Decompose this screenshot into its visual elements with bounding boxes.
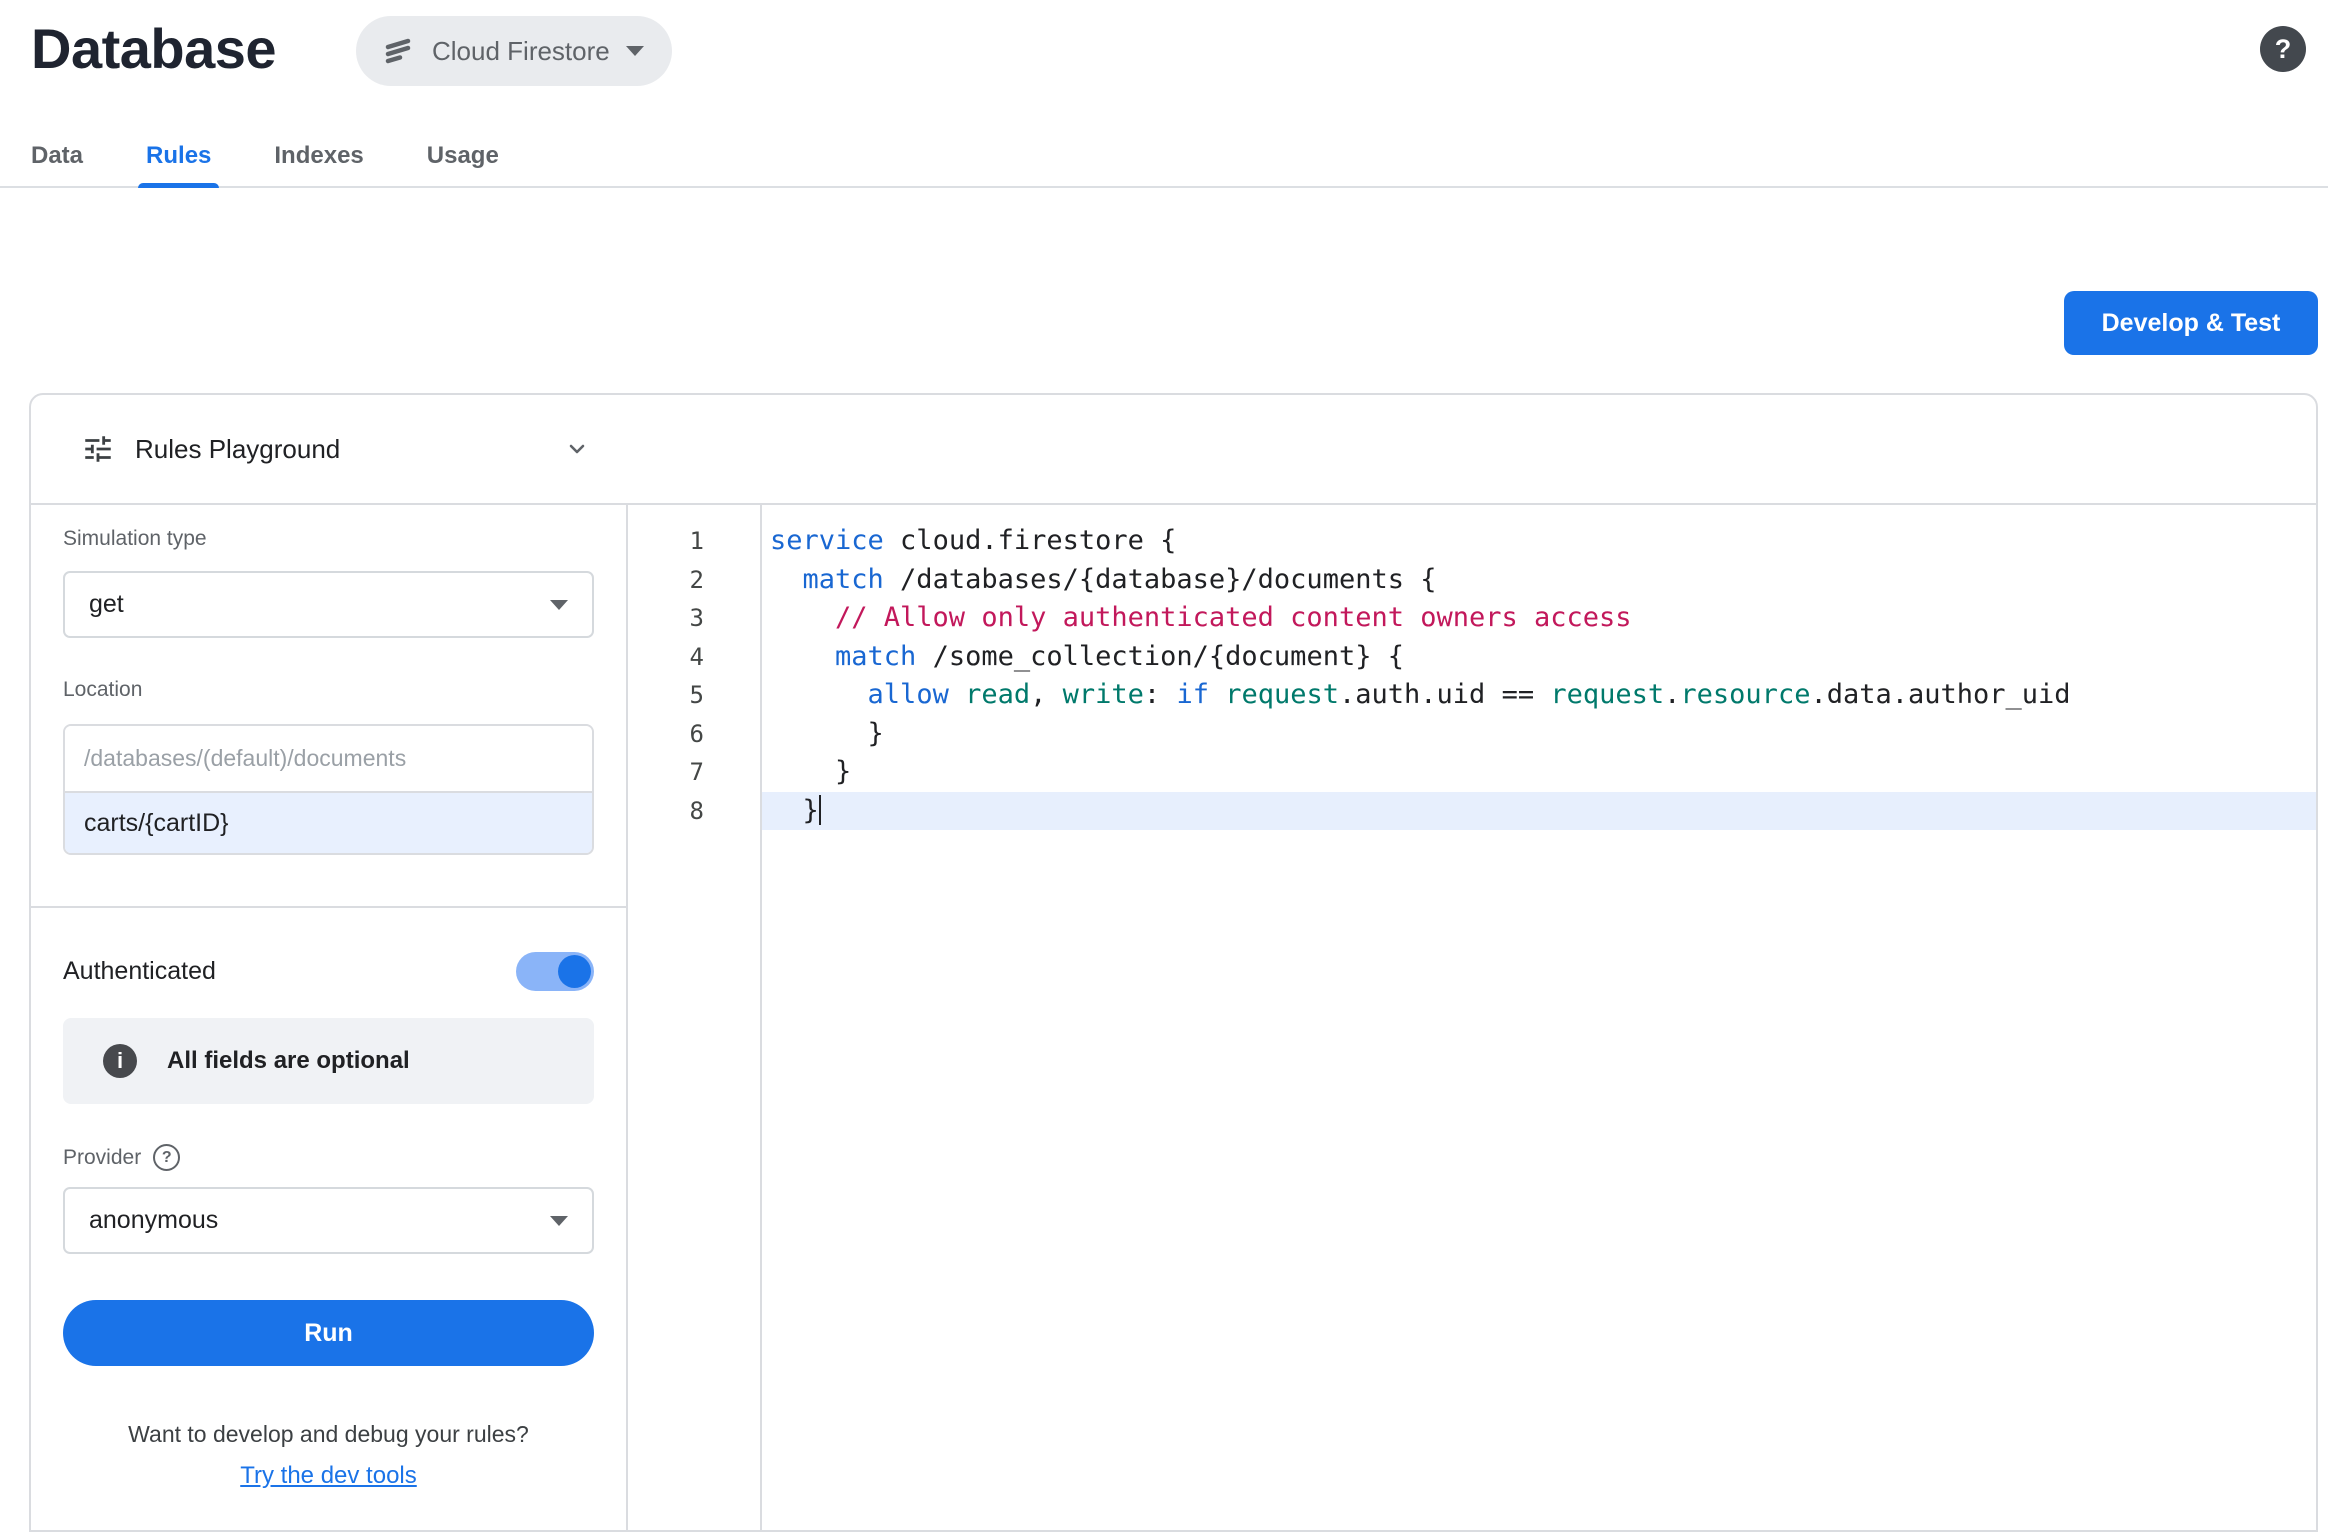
code-line[interactable]: match /some_collection/{document} { — [762, 638, 2316, 677]
chevron-down-icon — [626, 46, 644, 56]
location-prefix: /databases/(default)/documents — [65, 726, 592, 791]
panel-divider — [31, 906, 626, 908]
card-body: Simulation type get Location /databases/… — [31, 505, 2316, 1530]
provider-value: anonymous — [89, 1206, 218, 1235]
line-number: 5 — [628, 676, 704, 715]
collapse-chevron-icon[interactable] — [562, 434, 592, 464]
line-number: 2 — [628, 561, 704, 600]
authenticated-toggle[interactable] — [516, 952, 594, 991]
location-label: Location — [63, 678, 594, 702]
rules-playground-panel: Simulation type get Location /databases/… — [31, 505, 628, 1530]
tab-indexes[interactable]: Indexes — [274, 126, 363, 186]
code-lines[interactable]: service cloud.firestore { match /databas… — [762, 505, 2316, 1530]
tab-data[interactable]: Data — [31, 126, 83, 186]
code-line[interactable]: allow read, write: if request.auth.uid =… — [762, 676, 2316, 715]
run-button[interactable]: Run — [63, 1300, 594, 1366]
code-line[interactable]: match /databases/{database}/documents { — [762, 561, 2316, 600]
chevron-down-icon — [550, 600, 568, 610]
gutter: 12345678 — [628, 505, 762, 1530]
code-line[interactable]: service cloud.firestore { — [762, 522, 2316, 561]
tab-usage[interactable]: Usage — [427, 126, 499, 186]
firestore-icon — [380, 33, 416, 69]
info-banner-text: All fields are optional — [167, 1047, 410, 1075]
line-number: 4 — [628, 638, 704, 677]
develop-test-button[interactable]: Develop & Test — [2064, 291, 2318, 355]
simulation-type-label: Simulation type — [63, 527, 594, 551]
help-icon[interactable]: ? — [2260, 26, 2306, 72]
code-line[interactable]: // Allow only authenticated content owne… — [762, 599, 2316, 638]
location-field: /databases/(default)/documents carts/{ca… — [63, 724, 594, 855]
authenticated-label: Authenticated — [63, 957, 216, 986]
tab-bar: Data Rules Indexes Usage — [0, 126, 2328, 188]
text-cursor — [819, 795, 822, 825]
line-number: 3 — [628, 599, 704, 638]
rules-playground-header[interactable]: Rules Playground — [31, 432, 628, 466]
tab-rules[interactable]: Rules — [146, 126, 211, 186]
product-selector-label: Cloud Firestore — [432, 36, 610, 67]
line-number: 7 — [628, 753, 704, 792]
info-icon: i — [103, 1044, 137, 1078]
chevron-down-icon — [550, 1216, 568, 1226]
provider-select[interactable]: anonymous — [63, 1187, 594, 1254]
devtools-link[interactable]: Try the dev tools — [240, 1462, 417, 1489]
page-title: Database — [31, 16, 276, 81]
line-number: 8 — [628, 792, 704, 831]
line-number: 1 — [628, 522, 704, 561]
devtools-question: Want to develop and debug your rules? — [31, 1421, 626, 1448]
product-selector[interactable]: Cloud Firestore — [356, 16, 672, 86]
tune-icon — [81, 432, 115, 466]
toggle-knob — [558, 955, 591, 988]
code-line[interactable]: } — [762, 753, 2316, 792]
rules-playground-title: Rules Playground — [135, 434, 340, 465]
rules-editor[interactable]: 12345678 service cloud.firestore { match… — [628, 505, 2316, 1530]
provider-help-icon[interactable]: ? — [153, 1144, 180, 1171]
simulation-type-select[interactable]: get — [63, 571, 594, 638]
info-banner: i All fields are optional — [63, 1018, 594, 1104]
provider-label: Provider — [63, 1146, 141, 1170]
line-number: 6 — [628, 715, 704, 754]
rules-card: Rules Playground Simulation type get Loc… — [29, 393, 2318, 1532]
simulation-type-value: get — [89, 590, 124, 619]
code-line[interactable]: } — [762, 792, 2316, 831]
location-input[interactable]: carts/{cartID} — [65, 791, 592, 853]
card-header: Rules Playground — [31, 395, 2316, 505]
code-line[interactable]: } — [762, 715, 2316, 754]
